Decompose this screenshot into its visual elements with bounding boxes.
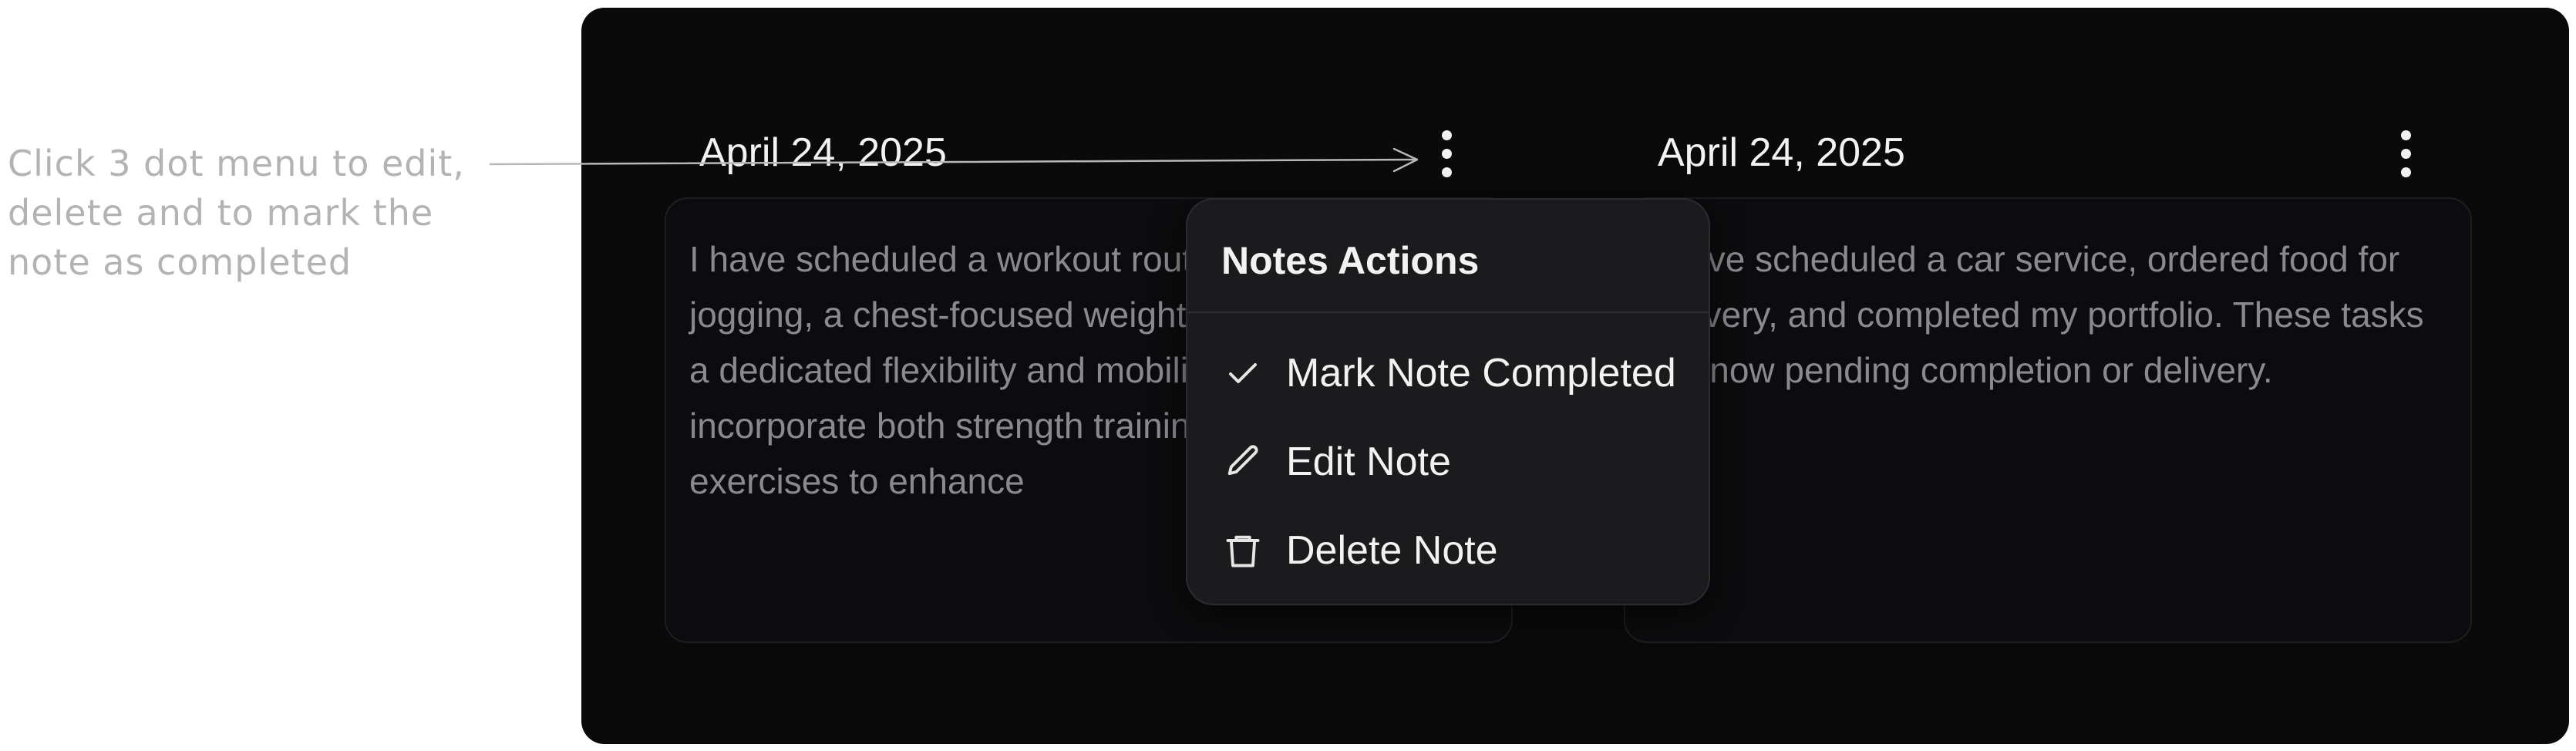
menu-item-label: Delete Note bbox=[1286, 528, 1498, 573]
menu-divider bbox=[1187, 312, 1709, 313]
more-options-icon[interactable] bbox=[2390, 123, 2421, 184]
annotation-line: Click 3 dot menu to edit, bbox=[8, 143, 465, 184]
annotation-line: delete and to mark the bbox=[8, 192, 434, 234]
mark-completed-menu-item[interactable]: Mark Note Completed bbox=[1201, 335, 1695, 412]
note-body: I have scheduled a car service, ordered … bbox=[1648, 239, 2424, 390]
edit-note-menu-item[interactable]: Edit Note bbox=[1201, 423, 1695, 500]
note-card[interactable]: I have scheduled a car service, ordered … bbox=[1624, 197, 2472, 643]
more-options-icon[interactable] bbox=[1431, 123, 1462, 184]
annotation-line: note as completed bbox=[8, 241, 352, 283]
note-date: April 24, 2025 bbox=[699, 130, 947, 175]
pencil-icon bbox=[1221, 440, 1264, 483]
annotation-text: Click 3 dot menu to edit, delete and to … bbox=[8, 139, 501, 287]
check-icon bbox=[1221, 352, 1264, 395]
menu-title: Notes Actions bbox=[1221, 239, 1480, 282]
note-date: April 24, 2025 bbox=[1658, 130, 1905, 175]
trash-icon bbox=[1221, 529, 1264, 572]
menu-item-label: Mark Note Completed bbox=[1286, 351, 1676, 396]
delete-note-menu-item[interactable]: Delete Note bbox=[1201, 512, 1695, 589]
notes-actions-menu: Notes Actions Mark Note Completed Edit N… bbox=[1186, 198, 1710, 605]
menu-item-label: Edit Note bbox=[1286, 439, 1451, 484]
